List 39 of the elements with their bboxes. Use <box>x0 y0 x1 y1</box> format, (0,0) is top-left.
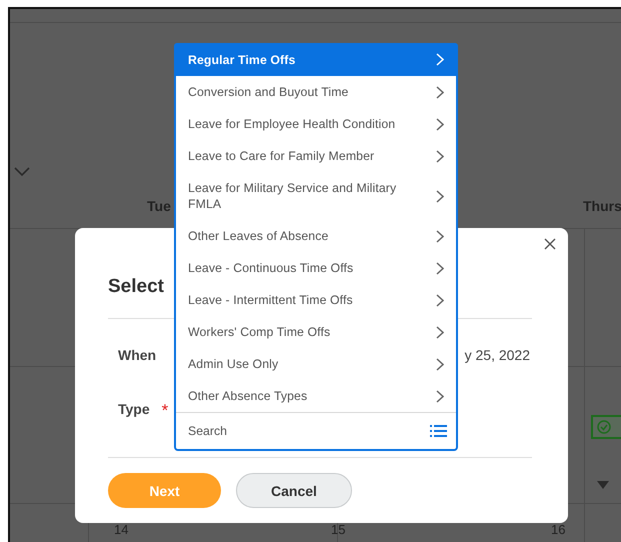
menu-item[interactable]: Admin Use Only <box>176 348 456 380</box>
chevron-right-icon <box>436 326 444 338</box>
dialog-title: Select <box>108 276 164 299</box>
field-value: y 25, 2022 <box>464 347 530 363</box>
menu-item[interactable]: Leave - Continuous Time Offs <box>176 252 456 284</box>
field-label: When <box>118 347 156 363</box>
date-number: 16 <box>551 522 566 537</box>
menu-item[interactable]: Leave - Intermittent Time Offs <box>176 284 456 316</box>
menu-item[interactable]: Other Absence Types <box>176 380 456 412</box>
close-icon <box>544 238 556 250</box>
dropdown-triangle-icon <box>597 481 609 489</box>
chevron-right-icon <box>436 358 444 370</box>
date-number: 15 <box>331 522 346 537</box>
required-mark: * <box>162 401 168 421</box>
menu-item[interactable]: Leave for Employee Health Condition <box>176 108 456 140</box>
date-number: 14 <box>114 522 128 537</box>
chevron-right-icon <box>436 118 444 130</box>
chevron-down-icon <box>14 167 30 177</box>
cancel-button[interactable]: Cancel <box>236 473 352 508</box>
menu-item[interactable]: Conversion and Buyout Time <box>176 76 456 108</box>
close-button[interactable] <box>543 237 557 251</box>
chevron-right-icon <box>436 294 444 306</box>
field-label: Type <box>118 401 150 419</box>
menu-item[interactable]: Regular Time Offs <box>174 43 458 76</box>
chevron-right-icon <box>436 86 444 98</box>
chevron-right-icon <box>436 262 444 274</box>
chevron-right-icon <box>436 390 444 402</box>
menu-item[interactable]: Leave for Military Service and Military FMLA <box>176 172 456 220</box>
menu-item[interactable]: Workers' Comp Time Offs <box>176 316 456 348</box>
list-icon <box>430 424 447 438</box>
chevron-right-icon <box>436 230 444 242</box>
day-header: Tue <box>147 198 171 214</box>
menu-item[interactable]: Other Leaves of Absence <box>176 220 456 252</box>
menu-item[interactable]: Leave to Care for Family Member <box>176 140 456 172</box>
chevron-right-icon <box>436 150 444 162</box>
chevron-right-icon <box>436 190 444 202</box>
day-header: Thurs <box>583 198 621 214</box>
chevron-right-icon <box>436 53 444 66</box>
status-check-icon <box>591 415 621 439</box>
